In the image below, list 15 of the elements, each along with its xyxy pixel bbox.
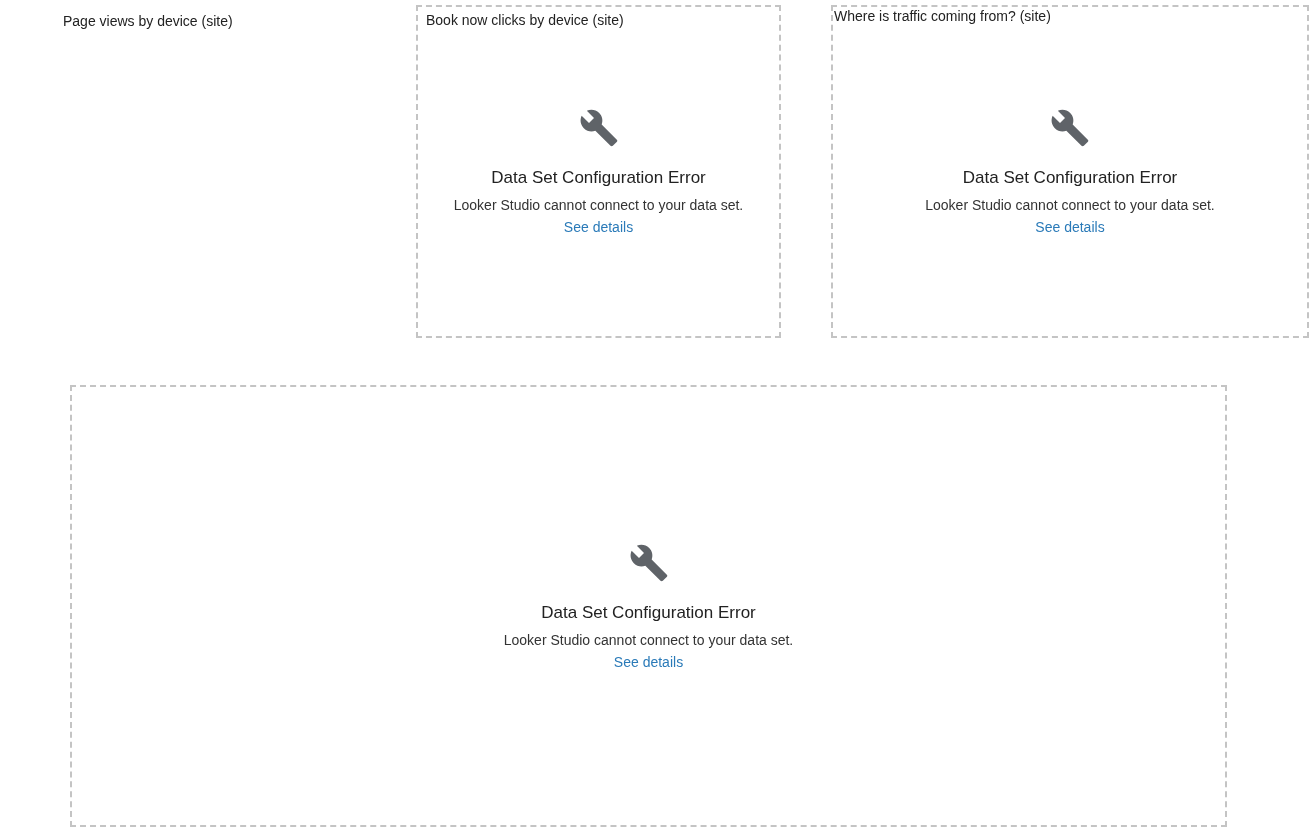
error-heading: Data Set Configuration Error [962,168,1178,188]
chart-title: Where is traffic coming from? (site) [834,8,1051,24]
error-message: Looker Studio cannot connect to your data set. [453,197,744,213]
see-details-link[interactable]: See details [1035,219,1105,235]
wrench-icon [578,108,619,148]
see-details-link[interactable]: See details [613,653,684,670]
error-heading: Data Set Configuration Error [541,602,756,623]
chart-title: Book now clicks by device (site) [426,12,624,28]
chart-title: Page views by device (site) [63,13,233,29]
wrench-icon [1050,108,1090,148]
error-message: Looker Studio cannot connect to your data set. [503,631,794,648]
see-details-link[interactable]: See details [563,219,634,235]
error-heading: Data Set Configuration Error [491,168,706,188]
error-message: Looker Studio cannot connect to your data set. [925,197,1215,213]
wrench-icon [628,542,669,583]
